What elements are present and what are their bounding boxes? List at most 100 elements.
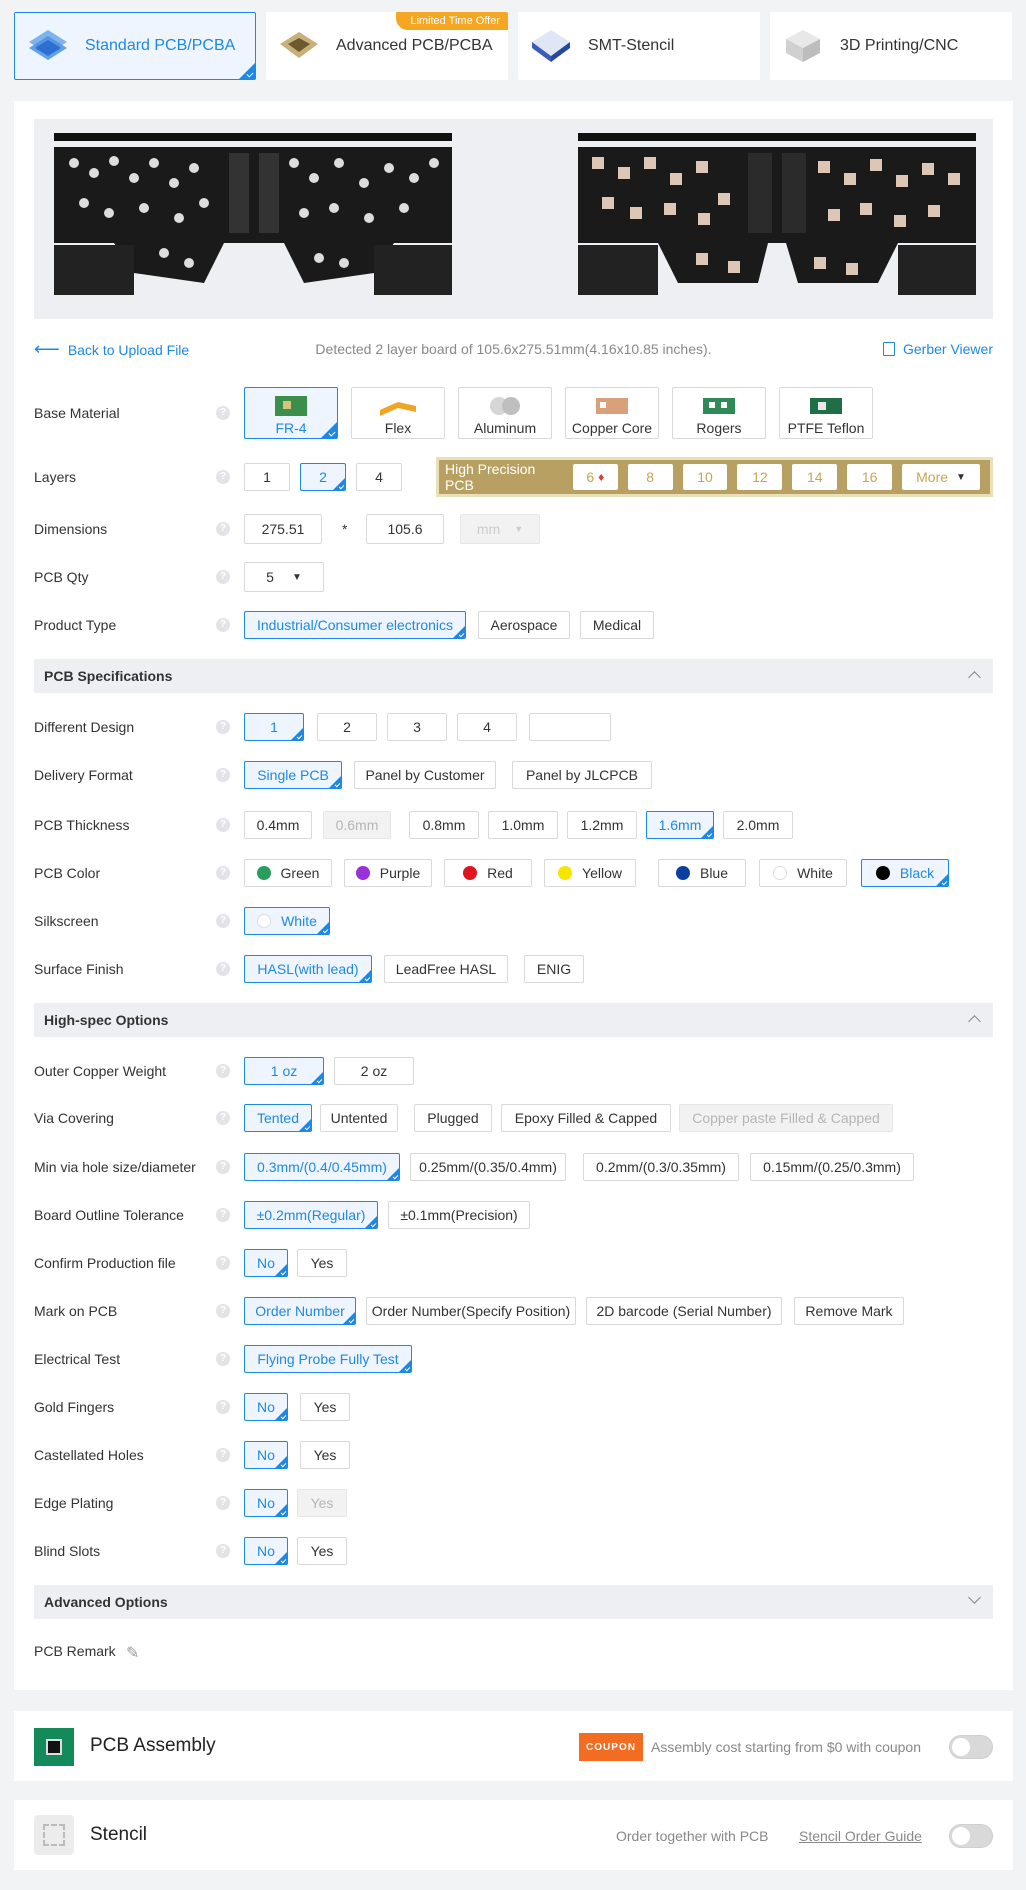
via-plugged[interactable]: Plugged [414,1104,492,1132]
confirm-no[interactable]: No [244,1249,288,1277]
design-option-1[interactable]: 1 [244,713,304,741]
material-aluminum[interactable]: Aluminum [458,387,552,439]
thickness-1-2[interactable]: 1.2mm [567,811,637,839]
stencil-toggle[interactable] [949,1824,993,1848]
help-icon[interactable]: ? [216,1496,230,1510]
layers-option-4[interactable]: 4 [356,463,402,491]
help-icon[interactable]: ? [216,406,230,420]
gold-fingers-no[interactable]: No [244,1393,288,1421]
layers-option-16[interactable]: 16 [847,464,893,490]
thickness-0-4[interactable]: 0.4mm [244,811,312,839]
copper-2oz[interactable]: 2 oz [334,1057,414,1085]
test-flying-probe[interactable]: Flying Probe Fully Test [244,1345,412,1373]
help-icon[interactable]: ? [216,962,230,976]
length-input[interactable]: 275.51 [244,514,322,544]
tolerance-regular[interactable]: ±0.2mm(Regular) [244,1201,378,1229]
layers-option-10[interactable]: 10 [682,464,728,490]
via-0-3mm[interactable]: 0.3mm/(0.4/0.45mm) [244,1153,400,1181]
help-icon[interactable]: ? [216,1064,230,1078]
design-option-3[interactable]: 3 [387,713,447,741]
design-option-2[interactable]: 2 [317,713,377,741]
help-icon[interactable]: ? [216,1352,230,1366]
castellated-yes[interactable]: Yes [300,1441,350,1469]
material-ptfe-teflon[interactable]: PTFE Teflon [779,387,873,439]
help-icon[interactable]: ? [216,470,230,484]
thickness-1-6[interactable]: 1.6mm [646,811,714,839]
thickness-2-0[interactable]: 2.0mm [723,811,793,839]
gerber-viewer-link[interactable]: Gerber Viewer [882,341,993,357]
help-icon[interactable]: ? [216,1256,230,1270]
color-red[interactable]: Red [444,859,532,887]
qty-select[interactable]: 5 ▼ [244,562,324,592]
material-flex[interactable]: Flex [351,387,445,439]
edge-plating-yes[interactable]: Yes [297,1489,347,1517]
blind-slots-yes[interactable]: Yes [297,1537,347,1565]
layers-option-2[interactable]: 2 [300,463,346,491]
color-purple[interactable]: Purple [344,859,432,887]
thickness-0-6[interactable]: 0.6mm [323,811,391,839]
help-icon[interactable]: ? [216,1160,230,1174]
pencil-icon[interactable]: ✎ [126,1643,139,1663]
product-type-industrial[interactable]: Industrial/Consumer electronics [244,611,466,639]
help-icon[interactable]: ? [216,1304,230,1318]
finish-enig[interactable]: ENIG [524,955,584,983]
design-option-4[interactable]: 4 [457,713,517,741]
help-icon[interactable]: ? [216,1111,230,1125]
castellated-no[interactable]: No [244,1441,288,1469]
design-custom-input[interactable] [529,713,611,741]
delivery-panel-jlcpcb[interactable]: Panel by JLCPCB [512,761,652,789]
layers-option-1[interactable]: 1 [244,463,290,491]
color-blue[interactable]: Blue [658,859,746,887]
layers-more-dropdown[interactable]: More ▼ [902,464,981,490]
confirm-yes[interactable]: Yes [297,1249,347,1277]
via-0-2mm[interactable]: 0.2mm/(0.3/0.35mm) [583,1153,739,1181]
tab-advanced-pcb[interactable]: Advanced PCB/PCBA Limited Time Offer [266,12,508,80]
mark-specify-position[interactable]: Order Number(Specify Position) [366,1297,576,1325]
material-rogers[interactable]: Rogers [672,387,766,439]
tab-standard-pcb[interactable]: Standard PCB/PCBA [14,12,256,80]
unit-select[interactable]: mm ▼ [460,514,540,544]
via-untented[interactable]: Untented [320,1104,398,1132]
section-advanced-options[interactable]: Advanced Options [34,1585,993,1619]
tolerance-precision[interactable]: ±0.1mm(Precision) [388,1201,530,1229]
thickness-0-8[interactable]: 0.8mm [409,811,479,839]
via-copper-paste[interactable]: Copper paste Filled & Capped [679,1104,893,1132]
help-icon[interactable]: ? [216,522,230,536]
edge-plating-no[interactable]: No [244,1489,288,1517]
help-icon[interactable]: ? [216,570,230,584]
delivery-single-pcb[interactable]: Single PCB [244,761,342,789]
mark-2d-barcode[interactable]: 2D barcode (Serial Number) [586,1297,782,1325]
delivery-panel-customer[interactable]: Panel by Customer [354,761,496,789]
via-epoxy-filled[interactable]: Epoxy Filled & Capped [501,1104,671,1132]
finish-leadfree-hasl[interactable]: LeadFree HASL [384,955,508,983]
layers-option-14[interactable]: 14 [792,464,838,490]
color-yellow[interactable]: Yellow [544,859,636,887]
via-tented[interactable]: Tented [244,1104,312,1132]
help-icon[interactable]: ? [216,618,230,632]
color-white[interactable]: White [759,859,847,887]
help-icon[interactable]: ? [216,1400,230,1414]
help-icon[interactable]: ? [216,866,230,880]
via-0-25mm[interactable]: 0.25mm/(0.35/0.4mm) [410,1153,566,1181]
width-input[interactable]: 105.6 [366,514,444,544]
help-icon[interactable]: ? [216,914,230,928]
help-icon[interactable]: ? [216,1544,230,1558]
mark-remove[interactable]: Remove Mark [794,1297,904,1325]
tab-3d-printing[interactable]: 3D Printing/CNC [770,12,1012,80]
layers-option-8[interactable]: 8 [627,464,673,490]
mark-order-number[interactable]: Order Number [244,1297,356,1325]
silkscreen-white[interactable]: White [244,907,330,935]
color-black[interactable]: Black [861,859,949,887]
layers-option-6[interactable]: 6 ♦ [572,464,618,490]
section-pcb-specifications[interactable]: PCB Specifications [34,659,993,693]
material-fr4[interactable]: FR-4 [244,387,338,439]
layers-option-12[interactable]: 12 [737,464,783,490]
help-icon[interactable]: ? [216,818,230,832]
finish-hasl-lead[interactable]: HASL(with lead) [244,955,372,983]
gold-fingers-yes[interactable]: Yes [300,1393,350,1421]
help-icon[interactable]: ? [216,768,230,782]
help-icon[interactable]: ? [216,720,230,734]
material-copper-core[interactable]: Copper Core [565,387,659,439]
help-icon[interactable]: ? [216,1448,230,1462]
product-type-aerospace[interactable]: Aerospace [478,611,570,639]
